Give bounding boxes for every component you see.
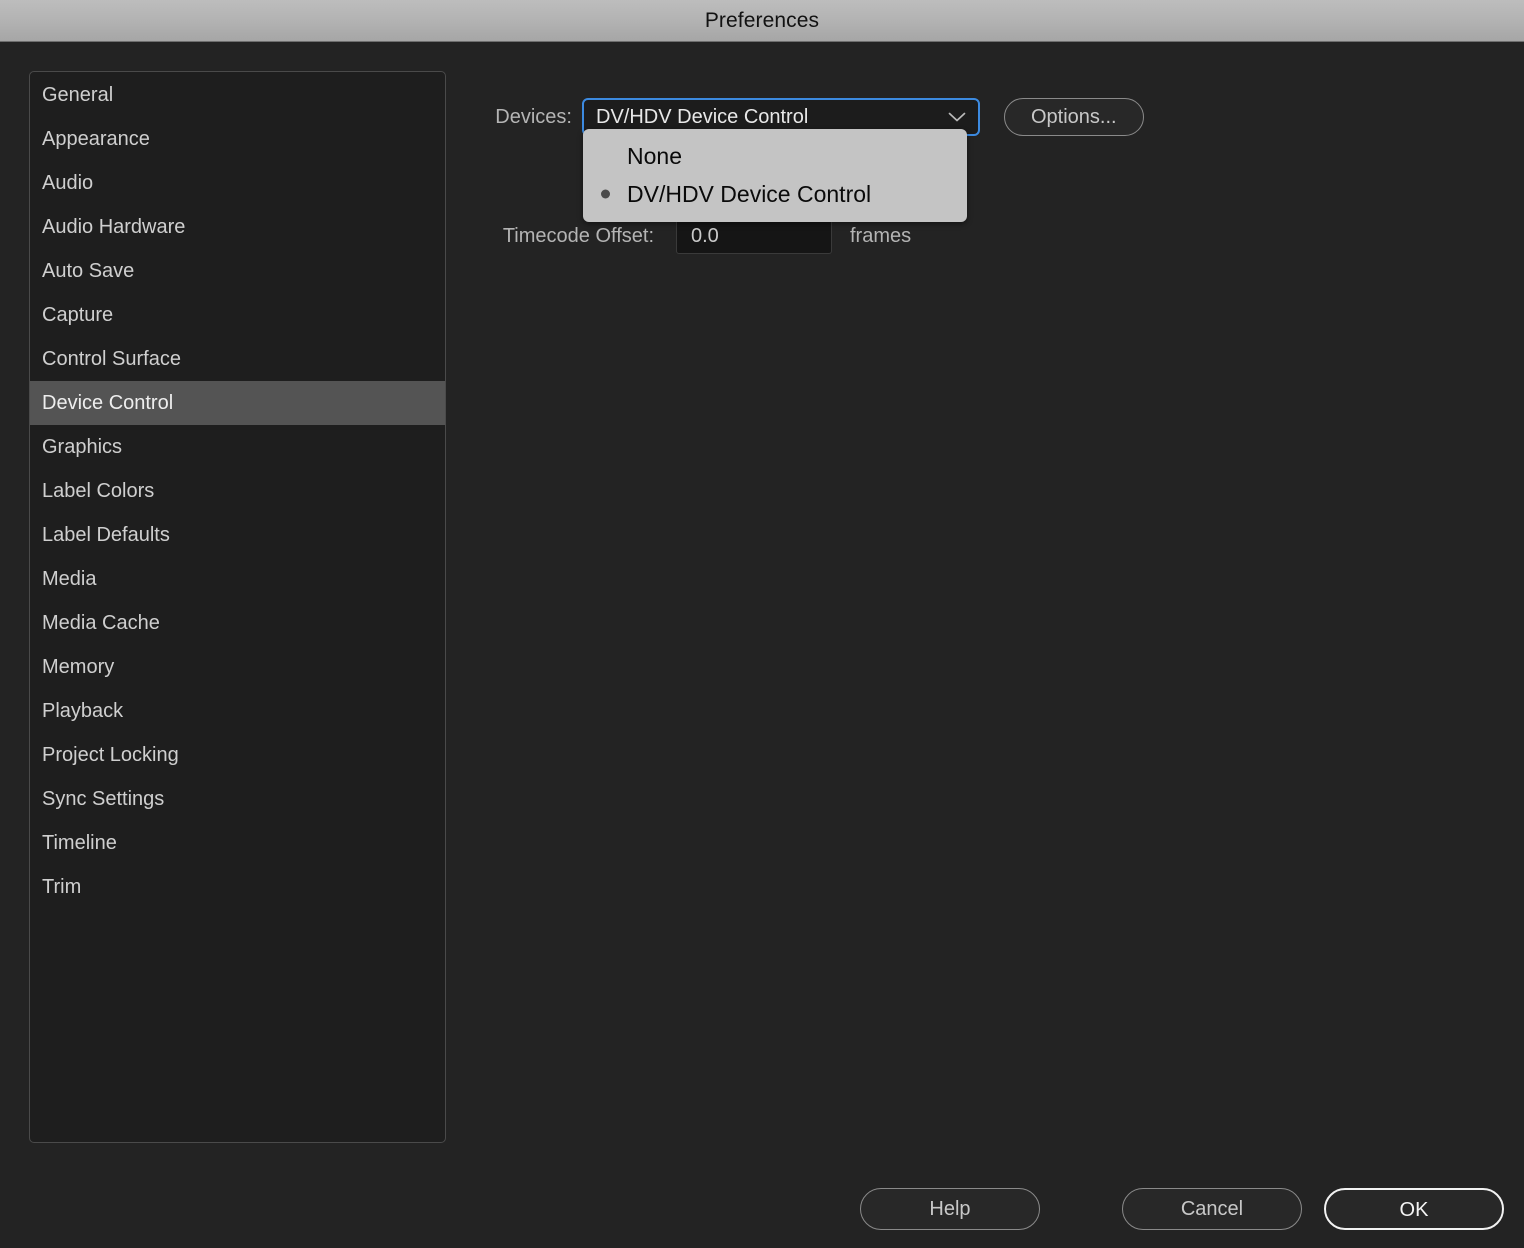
sidebar-item-label: Capture [42, 304, 114, 326]
sidebar-item-auto-save[interactable]: Auto Save [30, 249, 445, 293]
sidebar-item-sync-settings[interactable]: Sync Settings [30, 777, 445, 821]
sidebar-item-label: Audio [42, 172, 94, 194]
devices-row: Devices: DV/HDV Device Control None DV/H [474, 98, 1144, 222]
sidebar-item-label: Playback [42, 700, 124, 722]
sidebar-item-label: Audio Hardware [42, 216, 186, 238]
sidebar-item-device-control[interactable]: Device Control [30, 381, 445, 425]
sidebar-item-label: Media Cache [42, 612, 160, 634]
dropdown-option-label: DV/HDV Device Control [627, 181, 872, 207]
sidebar-item-appearance[interactable]: Appearance [30, 117, 445, 161]
sidebar-item-general[interactable]: General [30, 73, 445, 117]
sidebar-item-memory[interactable]: Memory [30, 645, 445, 689]
sidebar-item-label: Media [42, 568, 97, 590]
timecode-offset-input[interactable] [676, 218, 832, 254]
devices-select-value: DV/HDV Device Control [596, 105, 809, 128]
sidebar-item-project-locking[interactable]: Project Locking [30, 733, 445, 777]
help-button[interactable]: Help [860, 1188, 1040, 1230]
sidebar-item-graphics[interactable]: Graphics [30, 425, 445, 469]
dialog-footer: Help Cancel OK [860, 1188, 1504, 1230]
sidebar-item-label: Label Defaults [42, 524, 170, 546]
chevron-down-icon [948, 112, 966, 122]
sidebar-item-label: Sync Settings [42, 788, 165, 810]
sidebar-item-trim[interactable]: Trim [30, 865, 445, 909]
sidebar-item-label: General [42, 84, 114, 106]
sidebar-item-media[interactable]: Media [30, 557, 445, 601]
timecode-offset-row: Timecode Offset: frames [474, 218, 911, 254]
sidebar-item-label: Project Locking [42, 744, 179, 766]
dropdown-option-dv-hdv-device-control[interactable]: DV/HDV Device Control [583, 175, 967, 213]
sidebar-item-label: Label Colors [42, 480, 155, 502]
sidebar-item-label: Memory [42, 656, 115, 678]
cancel-button[interactable]: Cancel [1122, 1188, 1302, 1230]
sidebar-item-audio[interactable]: Audio [30, 161, 445, 205]
sidebar-item-media-cache[interactable]: Media Cache [30, 601, 445, 645]
sidebar-item-label-colors[interactable]: Label Colors [30, 469, 445, 513]
sidebar-item-control-surface[interactable]: Control Surface [30, 337, 445, 381]
sidebar-item-timeline[interactable]: Timeline [30, 821, 445, 865]
sidebar-list: General Appearance Audio Audio Hardware Auto… [30, 73, 445, 909]
options-button[interactable]: Options... [1004, 98, 1144, 136]
sidebar-item-capture[interactable]: Capture [30, 293, 445, 337]
sidebar-item-label: Control Surface [42, 348, 181, 370]
window-title: Preferences [704, 8, 820, 32]
sidebar-item-label: Trim [42, 876, 82, 898]
selected-bullet-icon [601, 189, 610, 199]
sidebar-item-label: Auto Save [42, 260, 135, 282]
sidebar-item-label: Device Control [42, 392, 174, 414]
timecode-offset-label: Timecode Offset: [502, 224, 654, 247]
preferences-window: Preferences General Appearance Audio Audio … [0, 0, 1524, 1248]
sidebar-item-label: Graphics [42, 436, 123, 458]
devices-select-wrap: DV/HDV Device Control None DV/HDV Device… [582, 98, 980, 222]
sidebar-item-label-defaults[interactable]: Label Defaults [30, 513, 445, 557]
window-titlebar: Preferences [0, 0, 1524, 42]
timecode-offset-unit: frames [850, 224, 912, 247]
sidebar-item-playback[interactable]: Playback [30, 689, 445, 733]
dropdown-option-label: None [627, 143, 682, 169]
devices-dropdown-menu[interactable]: None DV/HDV Device Control [583, 129, 967, 222]
device-control-panel: Devices: DV/HDV Device Control None DV/H [446, 60, 1524, 1150]
sidebar-item-label: Appearance [42, 128, 150, 150]
preferences-category-sidebar[interactable]: General Appearance Audio Audio Hardware Auto… [29, 71, 446, 1143]
sidebar-item-label: Timeline [42, 832, 117, 854]
ok-button[interactable]: OK [1324, 1188, 1504, 1230]
devices-label: Devices: [495, 105, 572, 128]
sidebar-item-audio-hardware[interactable]: Audio Hardware [30, 205, 445, 249]
dropdown-option-none[interactable]: None [583, 137, 967, 175]
